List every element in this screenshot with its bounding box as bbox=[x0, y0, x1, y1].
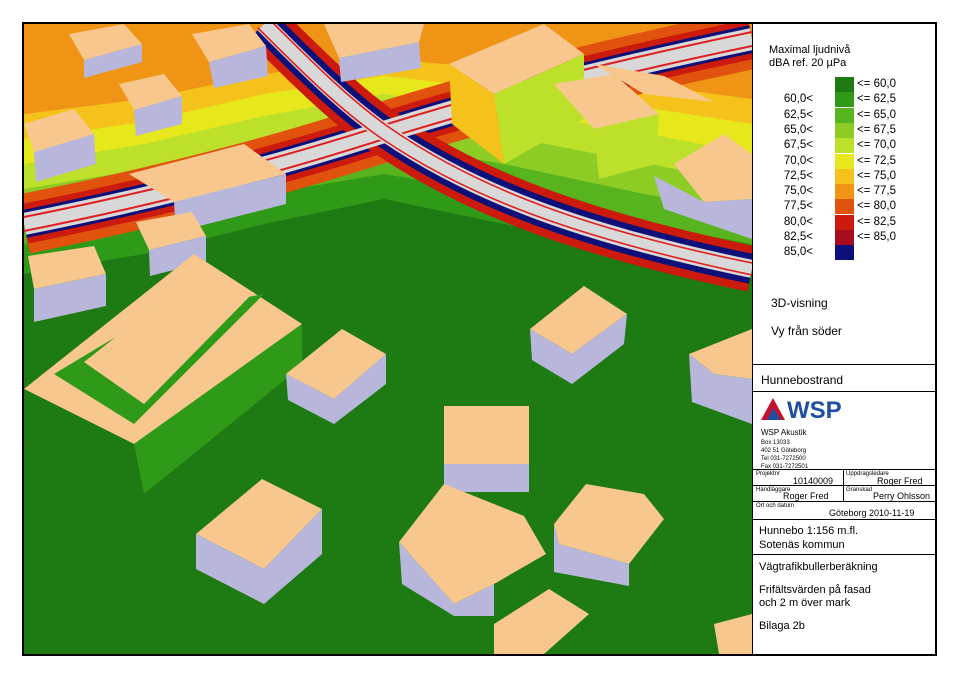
legend-lower-bound: 67,5< bbox=[783, 139, 813, 152]
legend-swatch bbox=[835, 107, 854, 123]
legend-row: 75,0< <= 77,5 bbox=[753, 184, 935, 200]
legend-upper-bound: <= 77,5 bbox=[857, 185, 897, 198]
granskad-value: Perry Ohlsson bbox=[873, 491, 931, 501]
view-type: 3D-visning bbox=[771, 296, 828, 310]
wsp-logo: WSP bbox=[759, 396, 857, 427]
legend-row: 85,0< bbox=[753, 245, 935, 261]
legend-upper-bound: <= 85,0 bbox=[857, 231, 897, 243]
projnr-label: Projektnr bbox=[756, 471, 781, 477]
legend-swatch bbox=[835, 122, 854, 138]
address-line: Box 13033 bbox=[761, 440, 790, 446]
legend-swatch bbox=[835, 168, 854, 184]
legend-upper-bound: <= 60,0 bbox=[857, 78, 897, 90]
legend-row: 62,5< <= 65,0 bbox=[753, 107, 935, 123]
legend-swatch bbox=[835, 138, 854, 154]
calculation-type: Vägtrafikbullerberäkning bbox=[759, 561, 878, 573]
legend-row: 67,5< <= 70,0 bbox=[753, 138, 935, 154]
legend-swatch bbox=[835, 77, 854, 92]
appendix-label: Bilaga 2b bbox=[759, 620, 805, 632]
divider bbox=[753, 469, 935, 470]
description-line: Frifältsvärden på fasad bbox=[759, 584, 871, 596]
legend-lower-bound: 70,0< bbox=[783, 154, 813, 167]
divider bbox=[753, 501, 935, 502]
calculation-description: Frifältsvärden på fasad och 2 m över mar… bbox=[759, 584, 871, 610]
address-line: Tel 031-7272500 bbox=[761, 456, 806, 462]
ort-datum-value: Göteborg 2010-11-19 bbox=[829, 508, 915, 518]
legend-swatch bbox=[835, 199, 854, 215]
legend-row: 80,0< <= 82,5 bbox=[753, 214, 935, 230]
wsp-logo-mark: WSP bbox=[761, 397, 842, 424]
legend-swatch bbox=[835, 92, 854, 108]
granskad-label: Granskad bbox=[846, 487, 873, 493]
legend-lower-bound: 77,5< bbox=[783, 200, 813, 213]
place-name: Hunnebostrand bbox=[761, 373, 844, 387]
description-line: och 2 m över mark bbox=[759, 597, 851, 609]
legend-lower-bound: 65,0< bbox=[783, 123, 813, 136]
legend-lower-bound: 60,0< bbox=[783, 93, 813, 106]
scale-text: Hunnebo 1:156 m.fl. bbox=[759, 525, 859, 537]
legend-upper-bound: <= 80,0 bbox=[857, 200, 897, 213]
legend-upper-bound: <= 67,5 bbox=[857, 123, 897, 136]
company-address: Box 13033 402 51 Göteborg Tel 031-727250… bbox=[761, 439, 808, 471]
divider bbox=[753, 391, 935, 392]
legend-swatch bbox=[835, 214, 854, 230]
legend-title-line2: dBA ref. 20 µPa bbox=[769, 57, 847, 69]
drawing-frame: Maximal ljudnivå dBA ref. 20 µPa <= 60,0… bbox=[22, 22, 937, 656]
building bbox=[444, 406, 529, 492]
title-block-panel: Maximal ljudnivå dBA ref. 20 µPa <= 60,0… bbox=[752, 24, 935, 654]
wsp-logo-text: WSP bbox=[787, 397, 842, 422]
ort-datum-label: Ort och datum bbox=[756, 503, 795, 509]
legend-lower-bound: 62,5< bbox=[783, 108, 813, 121]
legend-row: 65,0< <= 67,5 bbox=[753, 122, 935, 138]
company-name: WSP Akustik bbox=[761, 428, 807, 437]
divider bbox=[753, 554, 935, 555]
legend-lower-bound: 80,0< bbox=[783, 215, 813, 228]
legend-row: 82,5< <= 85,0 bbox=[753, 230, 935, 245]
legend-upper-bound: <= 75,0 bbox=[857, 169, 897, 182]
handlaggare-value: Roger Fred bbox=[783, 491, 829, 501]
divider bbox=[753, 364, 935, 365]
noise-map-graphic bbox=[24, 24, 752, 654]
legend-upper-bound: <= 65,0 bbox=[857, 108, 897, 121]
legend-lower-bound: 85,0< bbox=[783, 246, 813, 259]
legend-lower-bound: 72,5< bbox=[783, 169, 813, 182]
legend-row: 60,0< <= 62,5 bbox=[753, 92, 935, 108]
noise-map-3d-view[interactable] bbox=[24, 24, 752, 654]
legend-row: 72,5< <= 75,0 bbox=[753, 168, 935, 184]
legend-row: <= 60,0 bbox=[753, 77, 935, 92]
legend-swatch bbox=[835, 153, 854, 169]
address-line: 402 51 Göteborg bbox=[761, 448, 807, 454]
legend-swatch bbox=[835, 184, 854, 200]
legend-swatch bbox=[835, 245, 854, 261]
legend-row: 70,0< <= 72,5 bbox=[753, 153, 935, 169]
legend-title-line1: Maximal ljudnivå bbox=[769, 44, 851, 56]
legend-upper-bound: <= 62,5 bbox=[857, 93, 897, 106]
scale-info: Hunnebo 1:156 m.fl. Sotenäs kommun bbox=[759, 524, 858, 552]
kommun-text: Sotenäs kommun bbox=[759, 539, 845, 551]
legend-title: Maximal ljudnivå dBA ref. 20 µPa bbox=[769, 44, 850, 70]
legend-lower-bound: 82,5< bbox=[783, 231, 813, 243]
view-direction: Vy från söder bbox=[771, 324, 842, 338]
legend-swatch bbox=[835, 230, 854, 245]
legend-upper-bound: <= 70,0 bbox=[857, 139, 897, 152]
legend-row: 77,5< <= 80,0 bbox=[753, 199, 935, 215]
legend-upper-bound: <= 82,5 bbox=[857, 215, 897, 228]
divider bbox=[753, 485, 935, 486]
legend-upper-bound: <= 72,5 bbox=[857, 154, 897, 167]
divider bbox=[753, 519, 935, 520]
legend-lower-bound: 75,0< bbox=[783, 185, 813, 198]
